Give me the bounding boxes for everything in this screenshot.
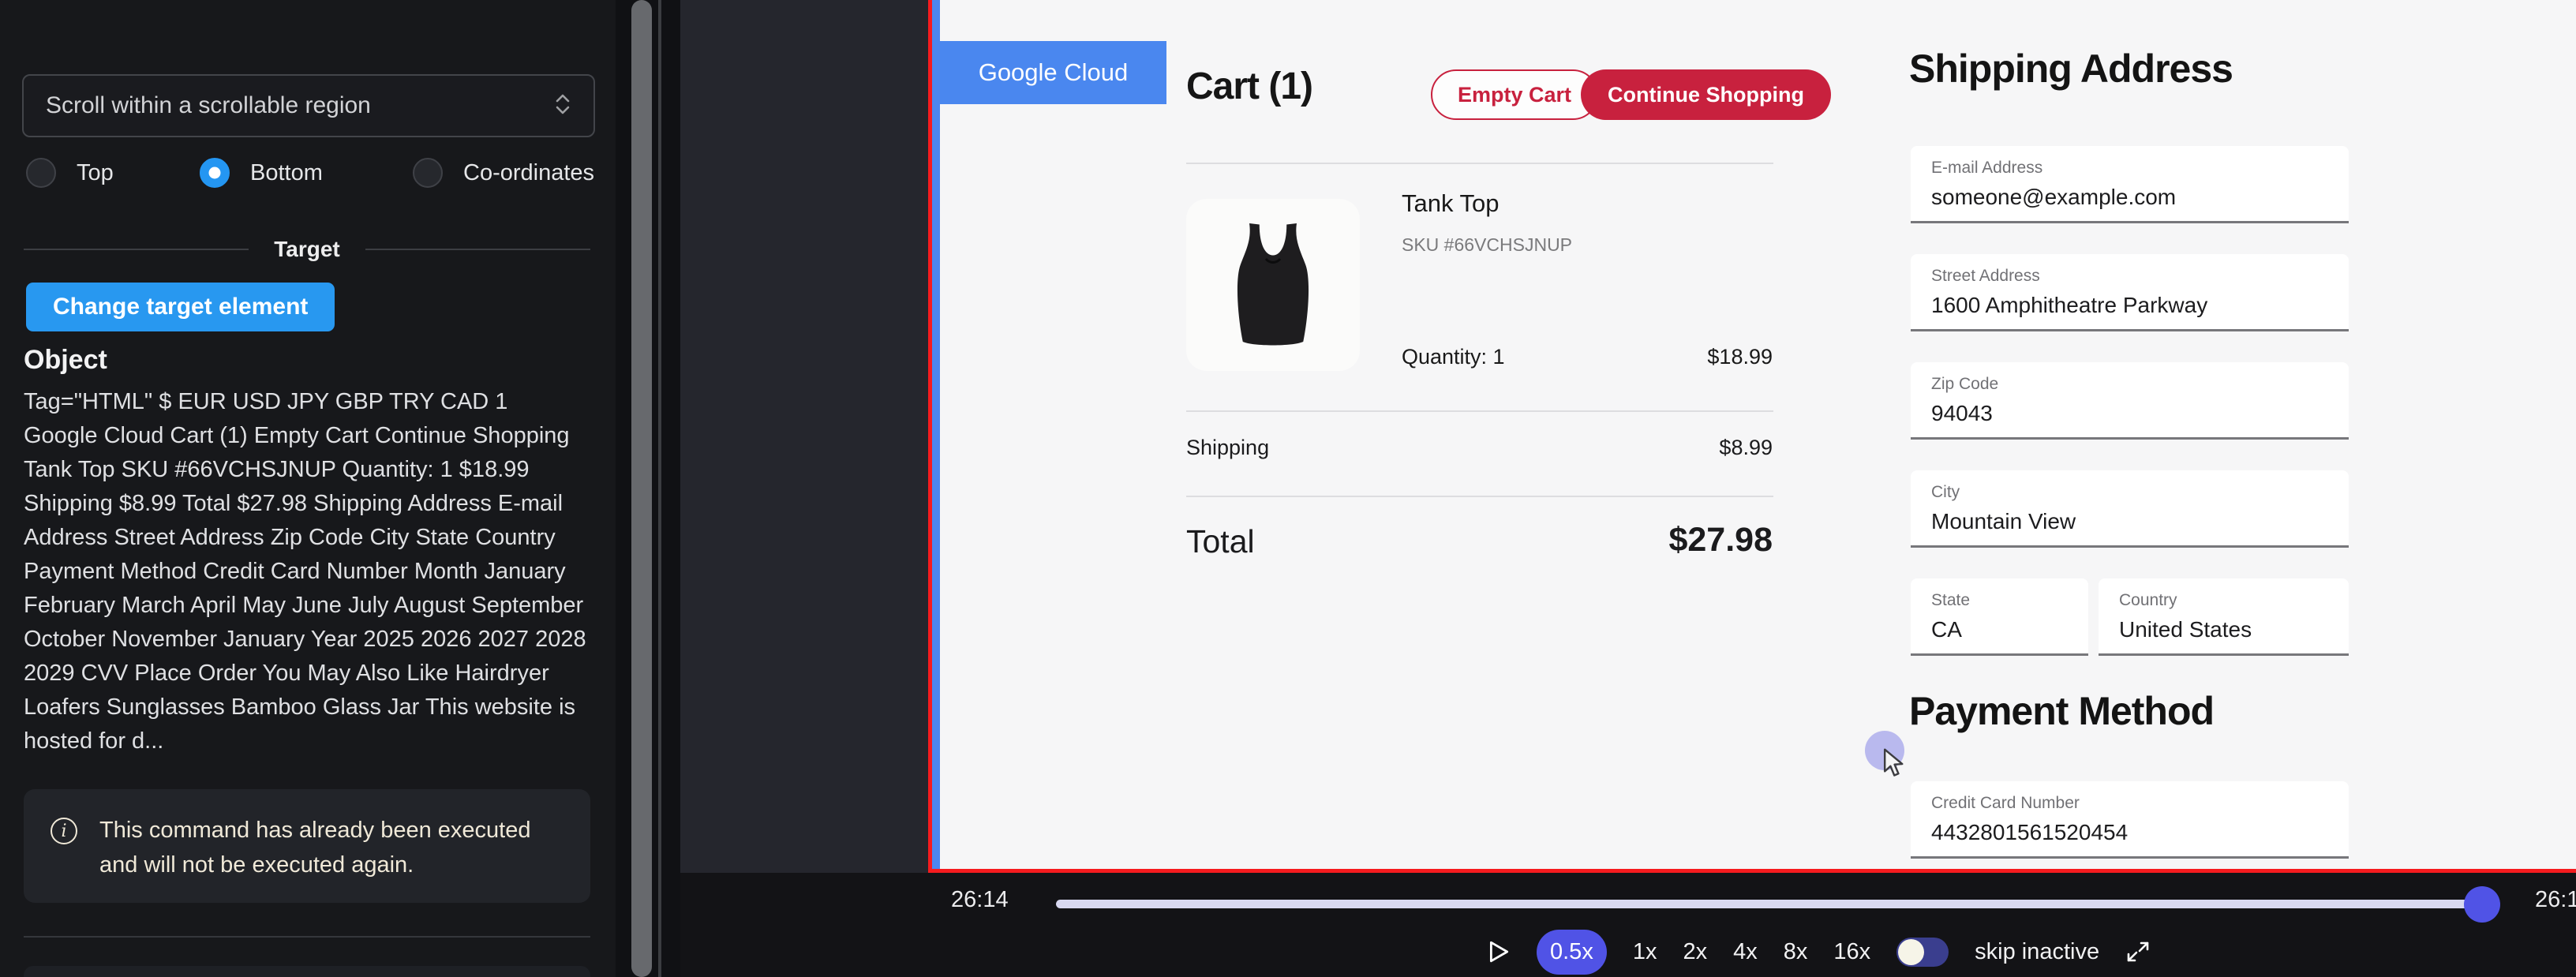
speed-8x-button[interactable]: 8x: [1784, 939, 1808, 965]
skip-inactive-label: skip inactive: [1975, 939, 2099, 965]
email-field[interactable]: E-mail Address someone@example.com: [1911, 146, 2349, 223]
radio-coordinates-circle[interactable]: [413, 158, 443, 188]
radio-top-label: Top: [77, 160, 114, 186]
skip-inactive-toggle[interactable]: [1896, 938, 1949, 967]
object-heading: Object: [24, 345, 107, 376]
street-address-field[interactable]: Street Address 1600 Amphitheatre Parkway: [1911, 254, 2349, 331]
radio-bottom-circle[interactable]: [200, 158, 230, 188]
cart-title: Cart (1): [1186, 65, 1312, 108]
sidebar-next-panel: [24, 966, 590, 977]
city-field[interactable]: City Mountain View: [1911, 470, 2349, 548]
command-type-select[interactable]: Scroll within a scrollable region: [22, 74, 595, 137]
target-element-highlight-bar: [932, 0, 940, 869]
email-field-label: E-mail Address: [1931, 159, 2349, 178]
target-section-label: Target: [274, 237, 340, 262]
product-price: $18.99: [1707, 345, 1773, 369]
credit-card-field[interactable]: Credit Card Number 4432801561520454: [1911, 781, 2349, 859]
notice-text: This command has already been executed a…: [99, 813, 559, 882]
shipping-label: Shipping: [1186, 436, 1269, 460]
shipping-price: $8.99: [1719, 436, 1773, 460]
speed-4x-button[interactable]: 4x: [1733, 939, 1758, 965]
sidebar-divider: [24, 936, 590, 938]
speed-16x-button[interactable]: 16x: [1833, 939, 1870, 965]
state-field-value: CA: [1931, 617, 2088, 642]
radio-bottom[interactable]: Bottom: [200, 155, 323, 191]
already-executed-notice: i This command has already been executed…: [24, 789, 590, 903]
gutter-edge-line: [658, 0, 661, 977]
shipping-address-heading: Shipping Address: [1909, 46, 2233, 92]
divider-line: [365, 249, 590, 250]
zip-code-field[interactable]: Zip Code 94043: [1911, 362, 2349, 440]
cart-divider: [1186, 496, 1773, 497]
toggle-knob: [1898, 939, 1924, 965]
tank-top-graphic: [1214, 210, 1332, 360]
current-time: 26:14: [951, 887, 1009, 913]
mouse-cursor-icon: [1881, 748, 1910, 782]
product-quantity: Quantity: 1: [1402, 345, 1505, 369]
info-icon: i: [51, 818, 77, 844]
city-field-value: Mountain View: [1931, 509, 2349, 534]
cart-divider: [1186, 410, 1773, 412]
product-name: Tank Top: [1402, 189, 1500, 218]
product-sku: SKU #66VCHSJNUP: [1402, 234, 1572, 256]
product-image-tank-top: [1186, 199, 1360, 371]
scroll-position-radios: Top Bottom Co-ordinates: [0, 155, 616, 191]
radio-top[interactable]: Top: [26, 155, 114, 191]
street-field-value: 1600 Amphitheatre Parkway: [1931, 293, 2349, 318]
zip-field-label: Zip Code: [1931, 375, 2349, 394]
state-field-label: State: [1931, 591, 2088, 610]
replayed-page-screenshot: Google Cloud Cart (1) Empty Cart Continu…: [940, 0, 2576, 869]
continue-shopping-button[interactable]: Continue Shopping: [1581, 69, 1831, 120]
change-target-button[interactable]: Change target element: [26, 283, 335, 331]
country-field-value: United States: [2119, 617, 2349, 642]
sidebar-scrollbar[interactable]: [631, 0, 652, 977]
speed-0_5x-button[interactable]: 0.5x: [1537, 930, 1607, 975]
speed-1x-button[interactable]: 1x: [1633, 939, 1657, 965]
radio-bottom-label: Bottom: [250, 160, 323, 186]
playback-controls: 0.5x 1x 2x 4x 8x 16x skip inactive: [1487, 930, 2151, 974]
radio-coordinates-label: Co-ordinates: [463, 160, 594, 186]
empty-cart-button[interactable]: Empty Cart: [1431, 69, 1598, 120]
app-window: Scroll within a scrollable region Top Bo…: [0, 0, 2576, 977]
google-cloud-badge: Google Cloud: [940, 41, 1166, 104]
end-time: 26:1: [2535, 887, 2576, 913]
zip-field-value: 94043: [1931, 401, 2349, 426]
payment-method-heading: Payment Method: [1909, 688, 2214, 734]
radio-top-circle[interactable]: [26, 158, 56, 188]
timeline-track[interactable]: [1056, 900, 2486, 908]
select-stepper-icon: [554, 92, 571, 120]
command-type-value: Scroll within a scrollable region: [46, 92, 554, 119]
command-sidebar: Scroll within a scrollable region Top Bo…: [0, 0, 616, 977]
play-button[interactable]: [1487, 938, 1511, 966]
divider-line: [24, 249, 249, 250]
street-field-label: Street Address: [1931, 267, 2349, 286]
object-description-text: Tag="HTML" $ EUR USD JPY GBP TRY CAD 1 G…: [24, 385, 587, 758]
radio-coordinates[interactable]: Co-ordinates: [413, 155, 594, 191]
city-field-label: City: [1931, 483, 2349, 502]
country-field[interactable]: Country United States: [2099, 578, 2349, 656]
total-price: $27.98: [1668, 521, 1773, 560]
cart-divider: [1186, 163, 1773, 164]
state-field[interactable]: State CA: [1911, 578, 2088, 656]
panel-gutter: [616, 0, 680, 977]
country-field-label: Country: [2119, 591, 2349, 610]
fullscreen-icon[interactable]: [2125, 939, 2151, 964]
total-label: Total: [1186, 523, 1255, 560]
email-field-value: someone@example.com: [1931, 185, 2349, 210]
timeline-thumb[interactable]: [2464, 886, 2500, 923]
target-section-divider: Target: [24, 237, 590, 262]
speed-2x-button[interactable]: 2x: [1683, 939, 1707, 965]
credit-card-value: 4432801561520454: [1931, 820, 2349, 845]
credit-card-label: Credit Card Number: [1931, 794, 2349, 813]
